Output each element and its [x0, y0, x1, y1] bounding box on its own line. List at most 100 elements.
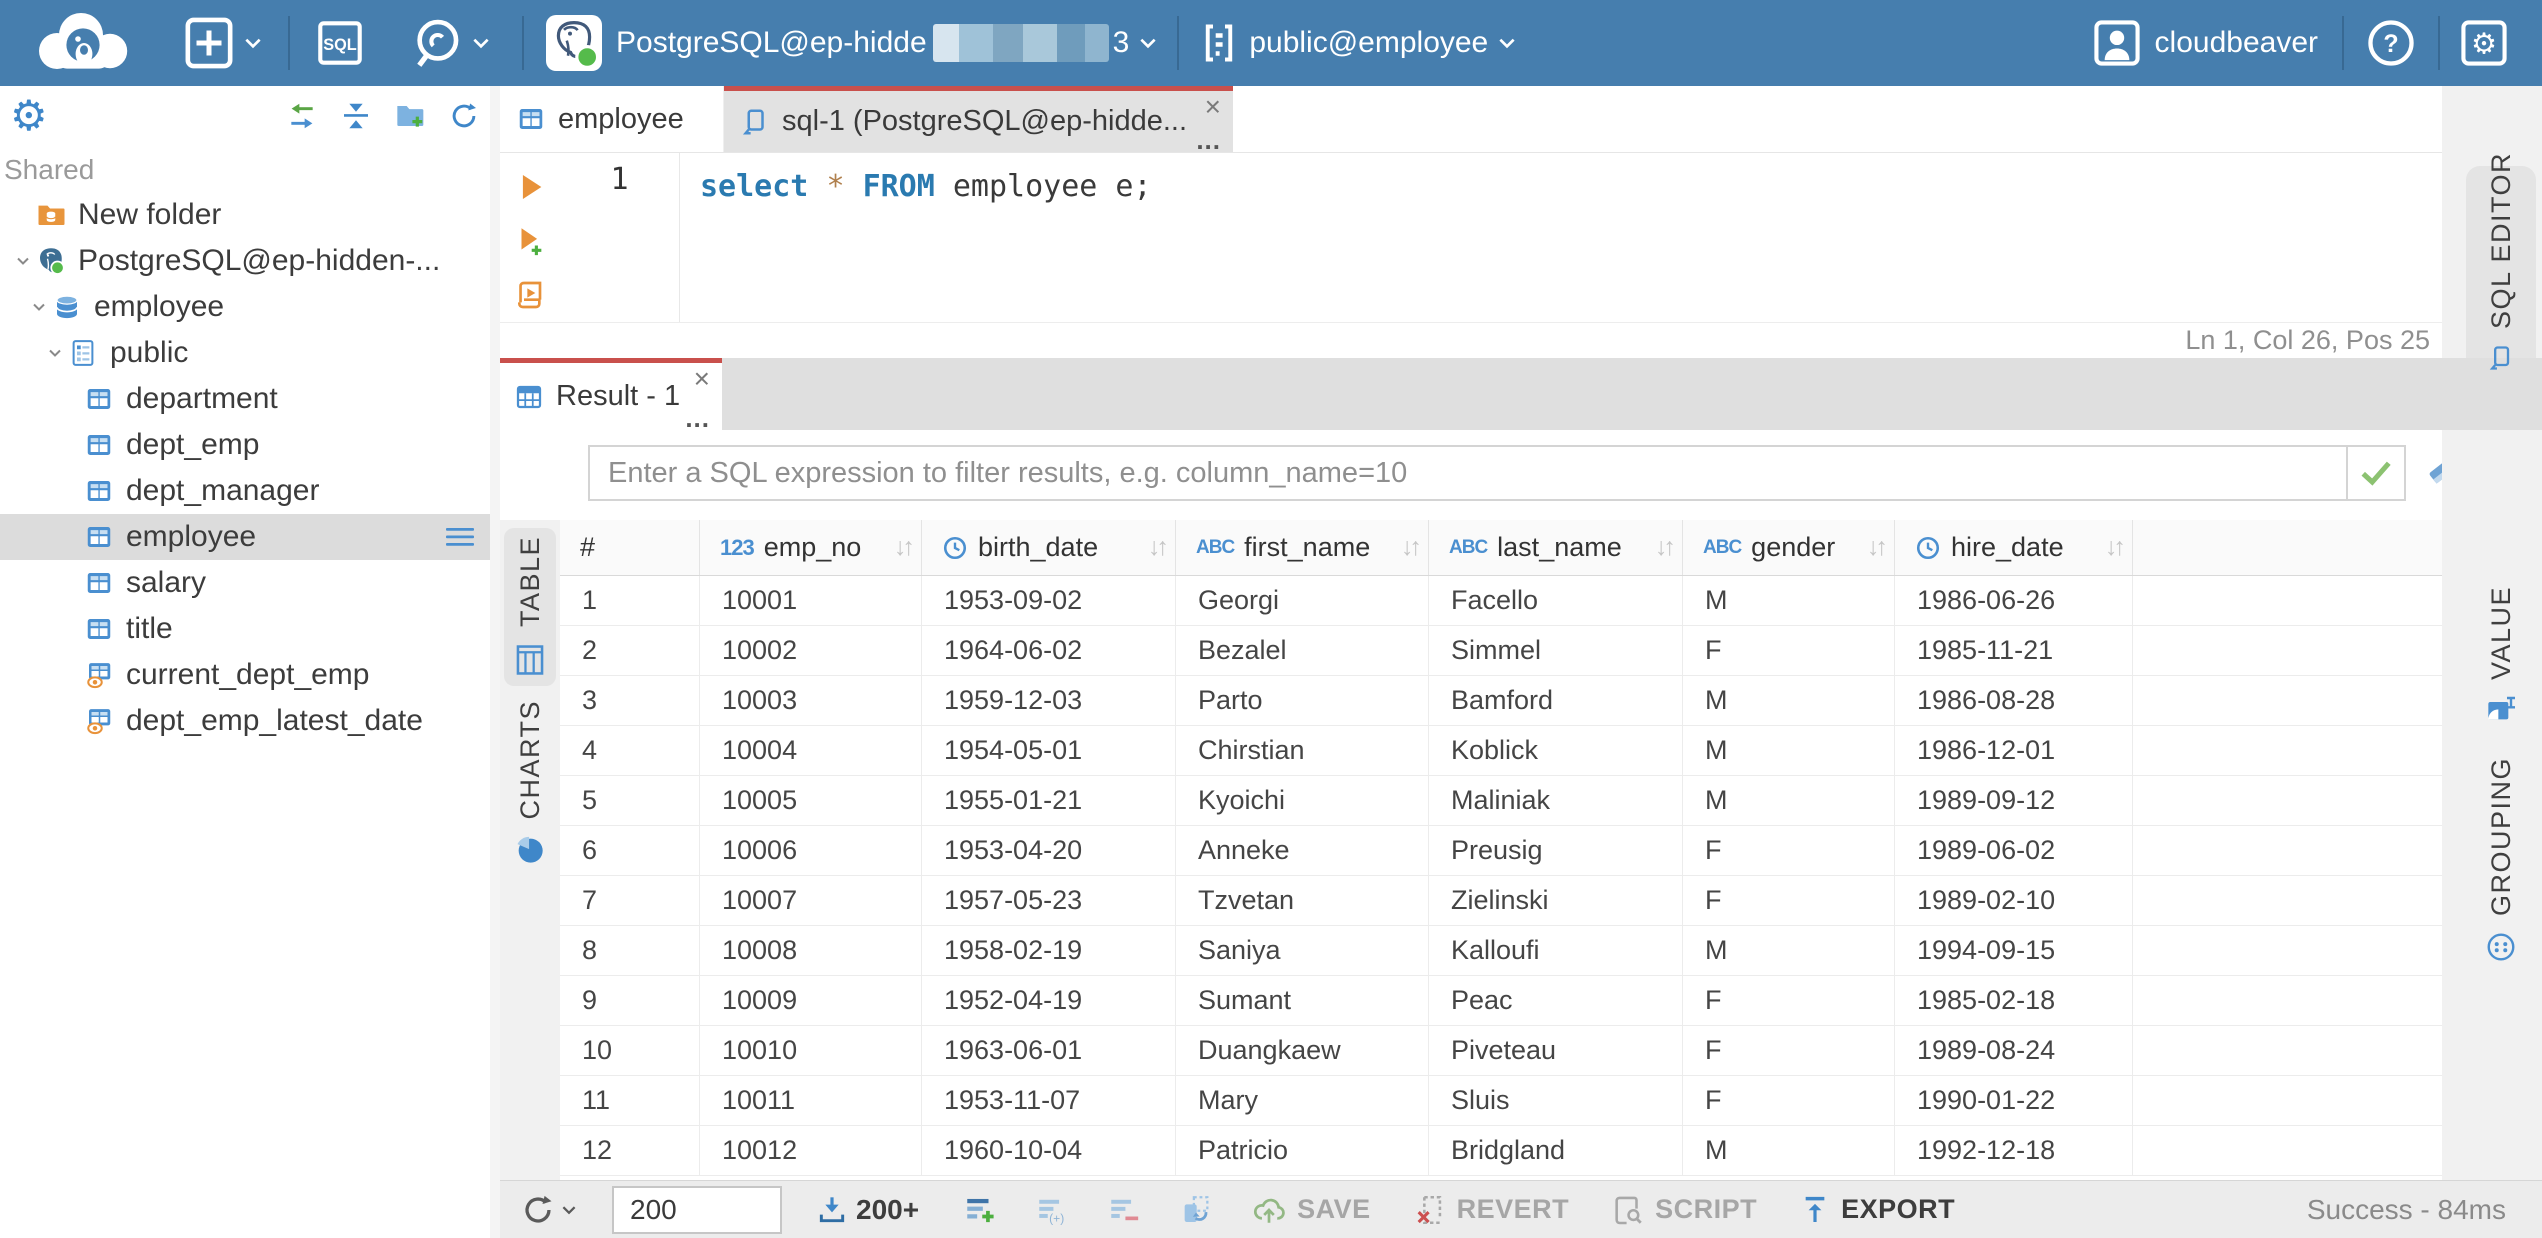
cell-birth_date[interactable]: 1958-02-19 [922, 926, 1176, 975]
cell-last_name[interactable]: Simmel [1429, 626, 1683, 675]
cell-first_name[interactable]: Bezalel [1176, 626, 1429, 675]
cell-gender[interactable]: M [1683, 576, 1895, 625]
add-row-button[interactable] [963, 1193, 997, 1227]
cell-first_name[interactable]: Duangkaew [1176, 1026, 1429, 1075]
cell-gender[interactable]: M [1683, 1126, 1895, 1175]
cell-first_name[interactable]: Parto [1176, 676, 1429, 725]
row-number-cell[interactable]: 2 [560, 626, 700, 675]
cell-last_name[interactable]: Koblick [1429, 726, 1683, 775]
chevron-down-icon[interactable] [10, 252, 36, 270]
close-tab-icon[interactable]: × [694, 365, 710, 393]
settings-button[interactable]: ⚙ [2460, 19, 2508, 67]
tree-item-title[interactable]: title [0, 606, 490, 652]
tab-grouping[interactable]: GROUPING [2466, 754, 2536, 966]
row-number-cell[interactable]: 1 [560, 576, 700, 625]
sort-arrows-icon[interactable]: ↓↑ [1401, 533, 1422, 562]
cell-gender[interactable]: M [1683, 776, 1895, 825]
cell-first_name[interactable]: Kyoichi [1176, 776, 1429, 825]
cell-hire_date[interactable]: 1986-08-28 [1895, 676, 2133, 725]
cell-emp_no[interactable]: 10007 [700, 876, 922, 925]
sidebar-splitter[interactable] [490, 86, 500, 1238]
row-number-cell[interactable]: 5 [560, 776, 700, 825]
column-header-birth_date[interactable]: birth_date ↓↑ [922, 520, 1176, 575]
cell-last_name[interactable]: Bamford [1429, 676, 1683, 725]
item-menu-icon[interactable] [446, 526, 474, 548]
row-number-cell[interactable]: 6 [560, 826, 700, 875]
row-number-cell[interactable]: 12 [560, 1126, 700, 1175]
cell-birth_date[interactable]: 1963-06-01 [922, 1026, 1176, 1075]
filter-input[interactable] [590, 447, 2346, 499]
table-row[interactable]: 6 10006 1953-04-20 Anneke Preusig F 1989-06-02 [560, 826, 2442, 876]
apply-filter-button[interactable] [2346, 447, 2404, 499]
row-number-cell[interactable]: 8 [560, 926, 700, 975]
table-row[interactable]: 11 10011 1953-11-07 Mary Sluis F 1990-01-22 [560, 1076, 2442, 1126]
cell-last_name[interactable]: Peac [1429, 976, 1683, 1025]
row-number-cell[interactable]: 9 [560, 976, 700, 1025]
cell-emp_no[interactable]: 10003 [700, 676, 922, 725]
export-button[interactable]: EXPORT [1799, 1194, 1955, 1226]
table-row[interactable]: 12 10012 1960-10-04 Patricio Bridgland M 1992-… [560, 1126, 2442, 1176]
cell-emp_no[interactable]: 10012 [700, 1126, 922, 1175]
cell-birth_date[interactable]: 1953-09-02 [922, 576, 1176, 625]
cell-last_name[interactable]: Preusig [1429, 826, 1683, 875]
cell-birth_date[interactable]: 1953-11-07 [922, 1076, 1176, 1125]
cell-emp_no[interactable]: 10005 [700, 776, 922, 825]
cell-birth_date[interactable]: 1957-05-23 [922, 876, 1176, 925]
table-row[interactable]: 2 10002 1964-06-02 Bezalel Simmel F 1985-11-21 [560, 626, 2442, 676]
cell-emp_no[interactable]: 10001 [700, 576, 922, 625]
cell-gender[interactable]: F [1683, 626, 1895, 675]
tab-menu-icon[interactable]: ... [1196, 127, 1221, 153]
cell-emp_no[interactable]: 10006 [700, 826, 922, 875]
table-row[interactable]: 8 10008 1958-02-19 Saniya Kalloufi M 1994-09-1… [560, 926, 2442, 976]
cell-gender[interactable]: M [1683, 726, 1895, 775]
revert-button[interactable]: REVERT [1413, 1193, 1570, 1227]
table-row[interactable]: 4 10004 1954-05-01 Chirstian Koblick M 1986-12… [560, 726, 2442, 776]
chevron-down-icon[interactable] [42, 344, 68, 362]
tab-result-1[interactable]: Result - 1 × ... [500, 358, 722, 431]
sort-arrows-icon[interactable]: ↓↑ [894, 533, 915, 562]
cell-birth_date[interactable]: 1964-06-02 [922, 626, 1176, 675]
cell-last_name[interactable]: Kalloufi [1429, 926, 1683, 975]
tab-employee-table[interactable]: employee [500, 86, 724, 152]
tree-item-dept-emp-latest-date[interactable]: dept_emp_latest_date [0, 698, 490, 744]
cell-hire_date[interactable]: 1986-12-01 [1895, 726, 2133, 775]
cell-last_name[interactable]: Sluis [1429, 1076, 1683, 1125]
column-header-gender[interactable]: ABC gender ↓↑ [1683, 520, 1895, 575]
cell-first_name[interactable]: Saniya [1176, 926, 1429, 975]
close-tab-icon[interactable]: × [1205, 93, 1221, 121]
sql-code-area[interactable]: select * FROM employee e; [680, 152, 2442, 322]
cell-gender[interactable]: M [1683, 676, 1895, 725]
help-button[interactable]: ? [2366, 18, 2416, 68]
table-row[interactable]: 10 10010 1963-06-01 Duangkaew Piveteau F 1989-… [560, 1026, 2442, 1076]
execute-query-button[interactable] [513, 160, 547, 214]
column-header-emp_no[interactable]: 123 emp_no ↓↑ [700, 520, 922, 575]
cell-hire_date[interactable]: 1985-11-21 [1895, 626, 2133, 675]
tree-item-employee[interactable]: employee [0, 284, 490, 330]
tree-item-dept-manager[interactable]: dept_manager [0, 468, 490, 514]
cell-first_name[interactable]: Mary [1176, 1076, 1429, 1125]
delete-row-button[interactable] [1107, 1193, 1141, 1227]
schema-selector[interactable]: public@employee [1201, 21, 1518, 65]
cell-birth_date[interactable]: 1952-04-19 [922, 976, 1176, 1025]
new-connection-button[interactable] [184, 16, 264, 70]
sql-editor-button[interactable]: SQL [316, 19, 364, 67]
column-header-row-number[interactable]: # [560, 520, 700, 575]
column-header-first_name[interactable]: ABC first_name ↓↑ [1176, 520, 1429, 575]
table-row[interactable]: 5 10005 1955-01-21 Kyoichi Maliniak M 1989-09-… [560, 776, 2442, 826]
cell-hire_date[interactable]: 1989-06-02 [1895, 826, 2133, 875]
cell-gender[interactable]: M [1683, 926, 1895, 975]
cell-birth_date[interactable]: 1953-04-20 [922, 826, 1176, 875]
cell-birth_date[interactable]: 1960-10-04 [922, 1126, 1176, 1175]
row-limit-input[interactable] [612, 1185, 782, 1234]
cell-first_name[interactable]: Anneke [1176, 826, 1429, 875]
cell-last_name[interactable]: Maliniak [1429, 776, 1683, 825]
row-number-cell[interactable]: 10 [560, 1026, 700, 1075]
cell-gender[interactable]: F [1683, 826, 1895, 875]
tree-item-postgresql-ep-hidden[interactable]: PostgreSQL@ep-hidden-... [0, 238, 490, 284]
sort-arrows-icon[interactable]: ↓↑ [1148, 533, 1169, 562]
tools-button[interactable] [410, 17, 492, 69]
tree-item-employee[interactable]: employee [0, 514, 490, 560]
cell-gender[interactable]: F [1683, 976, 1895, 1025]
new-folder-icon[interactable] [394, 100, 426, 132]
tab-charts-view[interactable]: CHARTS [504, 700, 556, 866]
